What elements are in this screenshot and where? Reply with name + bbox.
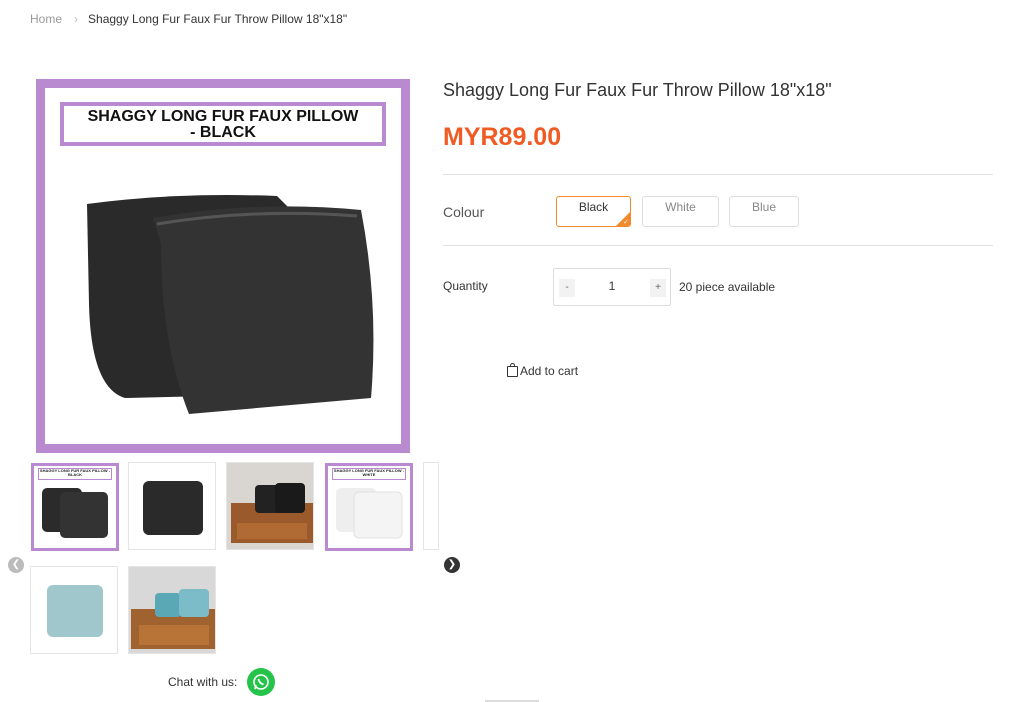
thumbnail-black-sofa[interactable] — [226, 462, 314, 550]
product-price: MYR89.00 — [443, 123, 562, 151]
add-to-cart-label: Add to cart — [520, 364, 579, 378]
colour-label: Colour — [443, 204, 485, 220]
thumbnail-blue-sofa[interactable] — [128, 566, 216, 654]
thumb-sofa-image — [227, 463, 313, 549]
thumb-pillow-image — [336, 488, 403, 539]
main-banner-line1: SHAGGY LONG FUR FAUX PILLOW — [87, 108, 359, 125]
gallery-prev-arrow-icon[interactable]: ❮ — [8, 557, 24, 573]
breadcrumb-home-link[interactable]: Home — [30, 12, 62, 26]
whatsapp-icon[interactable] — [247, 668, 276, 696]
colour-option-white[interactable]: White — [642, 196, 719, 227]
main-image-banner: SHAGGY LONG FUR FAUX PILLOW - BLACK — [60, 102, 386, 146]
gallery-next-arrow-icon[interactable]: ❯ — [444, 557, 460, 573]
breadcrumb-current: Shaggy Long Fur Faux Fur Throw Pillow 18… — [88, 12, 348, 26]
thumbnail-blue-single[interactable] — [30, 566, 118, 654]
quantity-increment-button[interactable]: + — [650, 279, 666, 297]
shopping-bag-icon — [507, 362, 518, 377]
chat-label: Chat with us: — [168, 675, 238, 689]
thumb-sofa-image — [129, 567, 215, 653]
check-icon: ✓ — [623, 219, 629, 226]
quantity-input[interactable]: 1 — [594, 279, 630, 293]
quantity-decrement-button[interactable]: - — [559, 279, 575, 297]
thumbnail-partial[interactable] — [423, 462, 439, 550]
chevron-right-icon: › — [74, 12, 79, 26]
colour-option-blue[interactable]: Blue — [729, 196, 799, 227]
quantity-stepper: - 1 + — [553, 268, 671, 306]
main-product-image[interactable]: SHAGGY LONG FUR FAUX PILLOW - BLACK — [36, 79, 410, 453]
thumb-pillow-image — [143, 481, 203, 535]
pillow-illustration — [87, 195, 374, 414]
stock-availability: 20 piece available — [679, 280, 776, 294]
thumbnail-white-banner[interactable]: SHAGGY LONG FUR FAUX PILLOW - WHITE — [325, 463, 413, 551]
colour-option-label: Blue — [751, 200, 777, 214]
colour-option-label: Black — [578, 200, 609, 214]
thumb-pillow-image — [42, 488, 108, 538]
main-banner-line2: - BLACK — [190, 124, 256, 141]
product-title: Shaggy Long Fur Faux Fur Throw Pillow 18… — [443, 80, 832, 100]
quantity-label: Quantity — [443, 279, 488, 293]
divider — [443, 245, 993, 246]
breadcrumb: Home › Shaggy Long Fur Faux Fur Throw Pi… — [30, 12, 347, 26]
thumbnail-black-single[interactable] — [128, 462, 216, 550]
add-to-cart-button[interactable]: Add to cart — [507, 362, 579, 378]
colour-option-label: White — [665, 200, 696, 214]
colour-option-black[interactable]: Black ✓ — [556, 196, 631, 227]
chat-with-us: Chat with us: — [168, 668, 276, 696]
divider — [443, 174, 993, 175]
thumb-pillow-image — [47, 585, 103, 637]
thumbnail-black-banner[interactable]: SHAGGY LONG FUR FAUX PILLOW - BLACK — [31, 463, 119, 551]
